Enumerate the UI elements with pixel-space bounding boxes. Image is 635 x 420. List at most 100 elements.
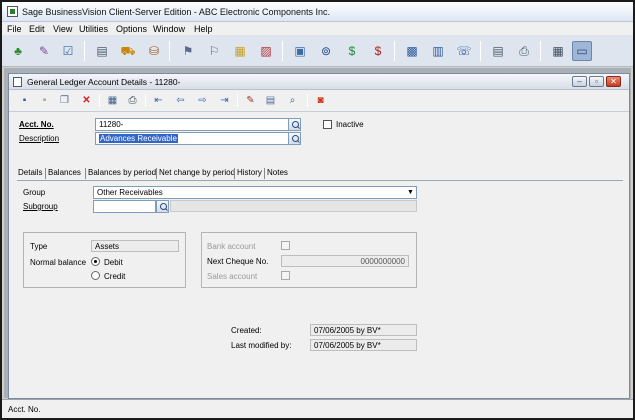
description-input[interactable]: Advances Receivable	[95, 132, 289, 145]
bank-account-label: Bank account	[207, 242, 256, 251]
app-title: Sage BusinessVision Client-Server Editio…	[22, 7, 330, 17]
normal-balance-label: Normal balance	[30, 258, 87, 267]
toolbar-separator	[145, 94, 146, 107]
subgroup-label: Subgroup	[23, 202, 58, 211]
toolbar-separator	[480, 41, 481, 61]
copy-icon[interactable]: ❐	[57, 93, 72, 108]
tab-balances[interactable]: Balances	[47, 168, 82, 177]
sales-order-icon[interactable]: ♣	[8, 41, 28, 61]
close-button[interactable]: ✕	[606, 76, 621, 87]
next-cheque-label: Next Cheque No.	[207, 257, 269, 266]
menu-view[interactable]: View	[53, 24, 72, 34]
created-label: Created:	[231, 326, 262, 335]
dollar-green-icon[interactable]: $	[342, 41, 362, 61]
delete-icon[interactable]: ✕	[79, 93, 94, 108]
restore-button[interactable]: ▫	[589, 76, 604, 87]
status-bar: Acct. No.	[2, 399, 633, 418]
ledger-icon[interactable]: ▤	[488, 41, 508, 61]
debit-label: Debit	[104, 258, 123, 267]
truck-icon[interactable]: ⛟	[118, 41, 138, 61]
bank-account-checkbox[interactable]	[281, 241, 290, 250]
save-icon[interactable]: ▪	[37, 93, 52, 108]
attach-icon[interactable]: ▤	[263, 93, 278, 108]
toolbar-separator	[84, 41, 85, 61]
mdi-workspace: General Ledger Account Details - 11280- …	[4, 68, 631, 399]
window-controls: – ▫ ✕	[572, 76, 621, 88]
inventory-icon[interactable]: ⚑	[178, 41, 198, 61]
printer-register-icon[interactable]: ▤	[92, 41, 112, 61]
purchase-order-icon[interactable]: ✎	[34, 41, 54, 61]
description-value: Advances Receivable	[99, 134, 178, 143]
subgroup-lookup-icon[interactable]	[156, 200, 169, 213]
sales-account-label: Sales account	[207, 272, 258, 281]
credit-radio[interactable]	[91, 271, 100, 280]
inactive-checkbox[interactable]	[323, 120, 332, 129]
menu-window[interactable]: Window	[153, 24, 185, 34]
phone-list-icon[interactable]: ☏	[454, 41, 474, 61]
tab-divider	[234, 168, 235, 179]
debit-radio[interactable]	[91, 257, 100, 266]
menu-file[interactable]: File	[7, 24, 22, 34]
acct-lookup-icon[interactable]	[288, 118, 301, 131]
record-toolbar: ▪ ▪ ❐ ✕ ▦ ⎙ ⇤ ⇦ ⇨ ⇥ ✎ ▤ ⌕ ◙	[9, 92, 629, 110]
window-title: General Ledger Account Details - 11280-	[27, 77, 181, 87]
status-text: Acct. No.	[8, 405, 41, 414]
menu-options[interactable]: Options	[116, 24, 147, 34]
group-select[interactable]: Other Receivables ▼	[93, 186, 417, 199]
graph-icon[interactable]: ▨	[256, 41, 276, 61]
report-icon[interactable]: ▦	[230, 41, 250, 61]
stop-icon[interactable]: ◙	[313, 93, 328, 108]
find-icon[interactable]: ⊚	[316, 41, 336, 61]
group-label: Group	[23, 188, 46, 197]
customer-card-icon[interactable]: ▩	[402, 41, 422, 61]
zoom-icon[interactable]: ⌕	[285, 93, 300, 108]
chevron-down-icon[interactable]: ▼	[406, 188, 415, 197]
dollar-red-icon[interactable]: $	[368, 41, 388, 61]
acct-no-input[interactable]: 11280-	[95, 118, 289, 131]
tab-net-change-by-period[interactable]: Net change by period	[158, 168, 236, 177]
group-value: Other Receivables	[97, 188, 163, 197]
next-cheque-field: 0000000000	[281, 255, 409, 267]
menu-edit[interactable]: Edit	[29, 24, 45, 34]
minimize-button[interactable]: –	[572, 76, 587, 87]
stamp-icon[interactable]: ⚐	[204, 41, 224, 61]
window-icon[interactable]: ▭	[572, 41, 592, 61]
previous-record-icon[interactable]: ⇦	[173, 93, 188, 108]
tab-notes[interactable]: Notes	[266, 168, 289, 177]
tab-history[interactable]: History	[236, 168, 263, 177]
tab-divider	[45, 168, 46, 179]
type-label: Type	[30, 242, 48, 251]
tab-divider	[156, 168, 157, 179]
created-field: 07/06/2005 by BV*	[310, 324, 417, 336]
first-record-icon[interactable]: ⇤	[151, 93, 166, 108]
menu-bar: File Edit View Utilities Options Window …	[2, 22, 633, 35]
toolbar-separator	[99, 94, 100, 107]
next-record-icon[interactable]: ⇨	[195, 93, 210, 108]
print-icon[interactable]: ⎙	[514, 41, 534, 61]
grid-icon[interactable]: ▦	[105, 93, 120, 108]
last-modified-value: 07/06/2005 by BV*	[314, 341, 381, 350]
last-record-icon[interactable]: ⇥	[217, 93, 232, 108]
calculator-pad-icon[interactable]: ▥	[428, 41, 448, 61]
gl-account-window: General Ledger Account Details - 11280- …	[8, 73, 630, 399]
menu-utilities[interactable]: Utilities	[79, 24, 108, 34]
checklist-icon[interactable]: ☑	[58, 41, 78, 61]
edit-icon[interactable]: ✎	[243, 93, 258, 108]
description-lookup-icon[interactable]	[288, 132, 301, 145]
created-value: 07/06/2005 by BV*	[314, 326, 381, 335]
acct-no-value: 11280-	[99, 120, 124, 129]
print-icon[interactable]: ⎙	[125, 93, 140, 108]
menu-help[interactable]: Help	[194, 24, 213, 34]
cart-icon[interactable]: ⛁	[144, 41, 164, 61]
type-field: Assets	[91, 240, 179, 252]
subgroup-input[interactable]	[93, 200, 156, 213]
new-icon[interactable]: ▪	[17, 93, 32, 108]
toolbar-separator	[540, 41, 541, 61]
calculator-icon[interactable]: ▦	[548, 41, 568, 61]
subgroup-description	[170, 200, 417, 212]
tab-details[interactable]: Details	[17, 168, 43, 177]
app-logo-icon	[7, 6, 18, 17]
calendar-icon[interactable]: ▣	[290, 41, 310, 61]
tab-balances-by-period[interactable]: Balances by period	[87, 168, 157, 177]
sales-account-checkbox[interactable]	[281, 271, 290, 280]
